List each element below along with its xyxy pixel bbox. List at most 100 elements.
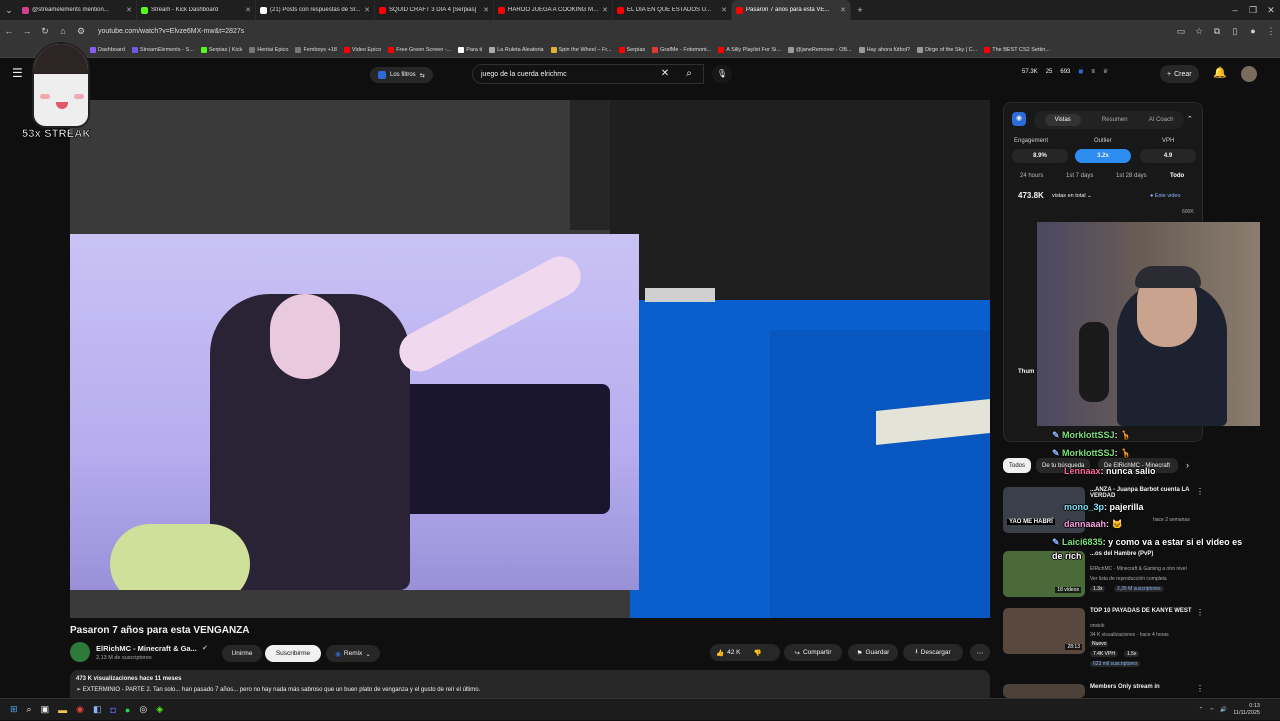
bookmark-item[interactable]: Video Epico xyxy=(343,46,381,53)
bookmark-item[interactable]: StreamElements - S... xyxy=(131,46,194,53)
save-button[interactable]: ⚑ Guardar xyxy=(848,644,898,661)
browser-tab[interactable]: SQUID CRAFT 3 DIA 4 [Serpias] ✕ xyxy=(375,0,494,20)
close-tab-icon[interactable]: ✕ xyxy=(245,6,251,14)
like-icon[interactable]: 👍 xyxy=(716,649,724,657)
more-actions-icon[interactable]: ⋯ xyxy=(970,644,990,661)
period-28d[interactable]: 1st 28 days xyxy=(1116,173,1147,179)
bookmark-item[interactable]: The BEST CS2 Settin... xyxy=(984,46,1050,53)
browser-tab-active[interactable]: Pasaron 7 años para esta VE... ✕ xyxy=(732,0,851,20)
volume-icon[interactable]: 🔊 xyxy=(1220,707,1227,713)
extensions-icon[interactable]: ⧉ xyxy=(1208,26,1226,37)
profile-icon[interactable]: ● xyxy=(1244,26,1262,36)
notifications-bell-icon[interactable]: 🔔 xyxy=(1213,66,1227,79)
list-icon[interactable]: ≡ xyxy=(1091,69,1095,75)
more-vert-icon[interactable]: ⋮ xyxy=(1196,487,1204,496)
channel-avatar[interactable] xyxy=(70,642,90,662)
clear-search-icon[interactable]: ✕ xyxy=(658,64,672,84)
related-video[interactable]: YAO ME HABRÍ ...ANZA - Juanpa Barbot cue… xyxy=(1003,487,1204,539)
browser-tab[interactable]: HAROO JUEGA A COOKING MA... ✕ xyxy=(494,0,613,20)
bookmark-item[interactable]: Femboys +18 xyxy=(295,46,337,53)
reload-icon[interactable]: ↻ xyxy=(36,26,54,37)
minimize-icon[interactable]: – xyxy=(1226,5,1244,15)
close-tab-icon[interactable]: ✕ xyxy=(126,6,132,14)
bookmark-item[interactable]: Para ti xyxy=(458,46,482,53)
more-vert-icon[interactable]: ⋮ xyxy=(1196,684,1204,693)
cast-icon[interactable]: ▭ xyxy=(1172,26,1190,37)
close-window-icon[interactable]: ✕ xyxy=(1262,5,1280,16)
filters-button[interactable]: Los filtros ⇆ xyxy=(370,67,433,83)
more-vert-icon[interactable]: ⋮ xyxy=(1196,608,1204,617)
period-7d[interactable]: 1st 7 days xyxy=(1066,173,1093,179)
discord-icon[interactable]: ◘ xyxy=(110,705,115,715)
close-tab-icon[interactable]: ✕ xyxy=(483,6,489,14)
related-video[interactable]: Members Only stream in ⋮ xyxy=(1003,684,1204,698)
task-view-icon[interactable]: ▣ xyxy=(41,704,50,715)
related-video[interactable]: 28:13 TOP 10 PAYADAS DE KANYE WEST onsio… xyxy=(1003,608,1204,667)
bookmark-item[interactable]: Hay ahora fútbol? xyxy=(858,46,910,53)
microphone-icon[interactable]: 🎙 xyxy=(712,65,732,83)
bookmark-item[interactable]: La Ruleta Aleatoria xyxy=(489,46,544,53)
maximize-icon[interactable]: ❐ xyxy=(1244,5,1262,16)
period-24h[interactable]: 24 hours xyxy=(1020,173,1043,179)
create-button[interactable]: + Crear xyxy=(1160,65,1199,83)
taskbar-app-icon[interactable]: ◈ xyxy=(156,704,163,715)
taskbar-app-icon[interactable]: ◧ xyxy=(93,704,102,715)
bookmark-item[interactable]: Spin the Wheel – Fr... xyxy=(550,46,612,53)
join-button[interactable]: Unirme xyxy=(222,645,262,662)
subscribe-button[interactable]: Suscribirme xyxy=(265,645,321,662)
tab-vistas[interactable]: Vistas xyxy=(1044,114,1081,126)
browser-tab[interactable]: (21) Posts con respuestas de Sr... ✕ xyxy=(256,0,375,20)
url-field[interactable]: youtube.com/watch?v=Elvze6MX-mw&t=2827s xyxy=(98,28,1172,35)
tab-ai-coach[interactable]: AI Coach xyxy=(1149,117,1174,123)
close-tab-icon[interactable]: ✕ xyxy=(721,6,727,14)
channel-name[interactable]: ElRichMC - Minecraft & Ga... xyxy=(96,644,197,653)
extension-icon[interactable]: ◼ xyxy=(1078,68,1083,75)
network-icon[interactable]: ⌔ xyxy=(1209,707,1214,714)
sidepanel-icon[interactable]: ▯ xyxy=(1226,26,1244,37)
collapse-icon[interactable]: ⌃ xyxy=(1187,115,1193,123)
bookmark-item[interactable]: Serpias xyxy=(618,46,645,53)
browser-menu-icon[interactable]: ⋮ xyxy=(1262,26,1280,37)
browser-tab[interactable]: EL DÍA EN QUE ESTADOS U... ✕ xyxy=(613,0,732,20)
bookmark-item[interactable]: Free Green Screen -... xyxy=(388,46,451,53)
file-explorer-icon[interactable]: ▬ xyxy=(58,705,67,715)
obs-icon[interactable]: ◎ xyxy=(139,704,147,715)
close-tab-icon[interactable]: ✕ xyxy=(840,6,846,14)
home-icon[interactable]: ⌂ xyxy=(54,26,72,36)
browser-tab[interactable]: Stream - Kick Dashboard ✕ xyxy=(137,0,256,20)
new-tab-icon[interactable]: + xyxy=(851,5,869,15)
bookmark-item[interactable]: GrafMe - Fotomont... xyxy=(652,46,711,53)
period-all[interactable]: Todo xyxy=(1170,173,1184,179)
forward-icon[interactable]: → xyxy=(18,26,36,36)
chevron-right-icon[interactable]: › xyxy=(1186,460,1189,470)
share-button[interactable]: ↪ Compartir xyxy=(784,644,842,661)
search-icon[interactable]: ⌕ xyxy=(676,64,702,84)
remix-button[interactable]: ◉ Remix ⌄ xyxy=(326,645,380,662)
spotify-icon[interactable]: ● xyxy=(125,705,130,715)
clock[interactable]: 0:13 11/11/2025 xyxy=(1233,703,1260,717)
chip-all[interactable]: Todos xyxy=(1003,458,1032,473)
taskbar-search-icon[interactable]: ⌕ xyxy=(27,704,32,715)
bookmark-item[interactable]: A Silly Playlist For Si... xyxy=(718,46,781,53)
trophy-icon[interactable]: ♕ xyxy=(1103,68,1108,75)
bookmark-item[interactable]: @janeRemover - OB... xyxy=(787,46,852,53)
related-thumbnail[interactable] xyxy=(1003,684,1085,698)
user-avatar[interactable] xyxy=(1241,66,1257,82)
chrome-icon[interactable]: ◉ xyxy=(76,704,84,715)
site-info-icon[interactable]: ⚙ xyxy=(72,26,90,37)
tab-resumen[interactable]: Resumen xyxy=(1102,117,1128,123)
tab-menu-icon[interactable]: ⌄ xyxy=(0,5,18,16)
browser-tab[interactable]: @streamelements mention... ✕ xyxy=(18,0,137,20)
bookmark-item[interactable]: Serpias | Kick xyxy=(200,46,242,53)
like-count[interactable]: 42 K xyxy=(727,649,740,656)
tray-chevron-icon[interactable]: ⌃ xyxy=(1199,707,1204,713)
bookmark-item[interactable]: Hentai Epico xyxy=(249,46,288,53)
bookmark-item[interactable]: Dirge of the Sky | C... xyxy=(917,46,977,53)
views-dropdown[interactable]: vistas en total ⌄ xyxy=(1052,193,1092,199)
back-icon[interactable]: ← xyxy=(0,26,18,36)
related-thumbnail[interactable]: 28:13 xyxy=(1003,608,1085,654)
dislike-icon[interactable]: 👎 xyxy=(753,649,761,657)
close-tab-icon[interactable]: ✕ xyxy=(364,6,370,14)
download-button[interactable]: ⭳ Descargar xyxy=(903,644,963,661)
bookmark-star-icon[interactable]: ☆ xyxy=(1190,26,1208,37)
